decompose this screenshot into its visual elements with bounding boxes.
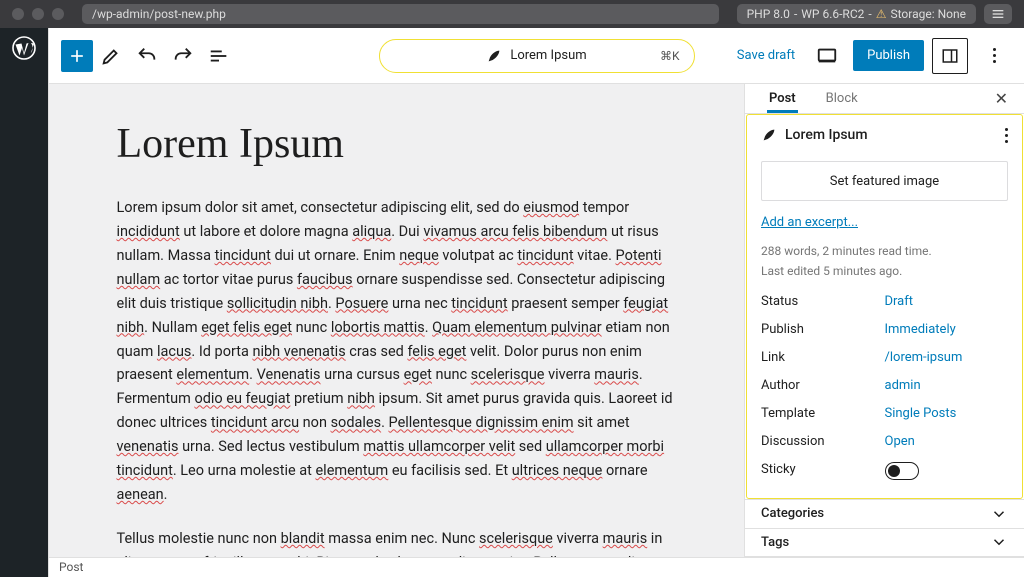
chevron-down-icon <box>990 505 1008 523</box>
redo-icon[interactable] <box>165 38 201 74</box>
wp-version: WP 6.6-RC2 <box>801 7 864 21</box>
settings-sidebar-toggle[interactable] <box>932 38 968 74</box>
post-title[interactable]: Lorem Ipsum <box>117 120 677 168</box>
tab-block[interactable]: Block <box>818 84 866 113</box>
chevron-down-icon <box>990 533 1008 551</box>
accordion-tags[interactable]: Tags <box>745 528 1024 557</box>
close-window-icon[interactable] <box>12 8 24 20</box>
more-options-button[interactable] <box>976 38 1012 74</box>
tab-post[interactable]: Post <box>761 84 804 113</box>
block-breadcrumb: Post <box>49 557 1024 577</box>
address-bar[interactable]: /wp-admin/post-new.php <box>82 4 719 24</box>
editor-canvas[interactable]: Lorem Ipsum Lorem ipsum dolor sit amet, … <box>49 84 744 557</box>
author-label: Author <box>761 378 885 393</box>
editor-toolbar: Lorem Ipsum ⌘K Save draft Publish <box>49 28 1024 84</box>
discussion-value[interactable]: Open <box>885 434 1009 449</box>
feather-icon <box>761 127 777 143</box>
browser-menu-button[interactable] <box>984 4 1012 24</box>
save-draft-button[interactable]: Save draft <box>731 48 801 63</box>
add-excerpt-link[interactable]: Add an excerpt... <box>761 215 1008 230</box>
minimize-window-icon[interactable] <box>32 8 44 20</box>
publish-value[interactable]: Immediately <box>885 322 1009 337</box>
window-chrome: /wp-admin/post-new.php PHP 8.0 - WP 6.6-… <box>0 0 1024 28</box>
post-paragraph[interactable]: Lorem ipsum dolor sit amet, consectetur … <box>117 196 677 507</box>
last-edited-text: Last edited 5 minutes ago. <box>761 262 1008 280</box>
template-label: Template <box>761 406 885 421</box>
document-title-text: Lorem Ipsum <box>510 48 586 63</box>
status-label: Status <box>761 294 885 309</box>
address-text: /wp-admin/post-new.php <box>92 7 226 21</box>
post-summary-card: Lorem Ipsum Set featured image Add an ex… <box>746 114 1023 499</box>
sidebar-tabs: Post Block ✕ <box>745 84 1024 114</box>
link-value[interactable]: /lorem-ipsum <box>885 350 1009 365</box>
maximize-window-icon[interactable] <box>52 8 64 20</box>
sticky-label: Sticky <box>761 462 885 484</box>
document-overview-icon[interactable] <box>201 38 237 74</box>
warning-icon: ⚠ <box>876 7 887 21</box>
stats-text: 288 words, 2 minutes read time. <box>761 242 1008 260</box>
wordpress-logo-icon[interactable] <box>12 36 36 60</box>
traffic-lights <box>12 8 64 20</box>
status-value[interactable]: Draft <box>885 294 1009 309</box>
post-meta-table: Status Draft Publish Immediately Link /l… <box>761 294 1008 484</box>
accordion-label: Categories <box>761 506 824 521</box>
link-label: Link <box>761 350 885 365</box>
shortcut-hint: ⌘K <box>660 49 680 63</box>
template-value[interactable]: Single Posts <box>885 406 1009 421</box>
summary-title: Lorem Ipsum <box>785 127 868 143</box>
view-preview-icon[interactable] <box>809 38 845 74</box>
post-paragraph[interactable]: Tellus molestie nunc non blandit massa e… <box>117 527 677 557</box>
edit-tool-icon[interactable] <box>93 38 129 74</box>
summary-more-button[interactable] <box>1005 128 1008 143</box>
sticky-toggle[interactable] <box>885 462 1009 484</box>
document-title-pill[interactable]: Lorem Ipsum ⌘K <box>379 39 695 73</box>
undo-icon[interactable] <box>129 38 165 74</box>
php-version: PHP 8.0 <box>747 7 790 21</box>
insert-block-button[interactable] <box>61 40 93 72</box>
feather-icon <box>486 48 502 64</box>
env-info-bar: PHP 8.0 - WP 6.6-RC2 - ⚠ Storage: None <box>737 4 976 24</box>
discussion-label: Discussion <box>761 434 885 449</box>
publish-button[interactable]: Publish <box>853 40 924 71</box>
breadcrumb-item[interactable]: Post <box>59 560 83 574</box>
storage-info: Storage: None <box>890 7 966 21</box>
accordion-label: Tags <box>761 535 789 550</box>
publish-label: Publish <box>761 322 885 337</box>
set-featured-image-button[interactable]: Set featured image <box>761 161 1008 201</box>
author-value[interactable]: admin <box>885 378 1009 393</box>
accordion-categories[interactable]: Categories <box>745 499 1024 528</box>
close-sidebar-icon[interactable]: ✕ <box>995 89 1008 108</box>
wp-admin-sidebar <box>0 28 48 577</box>
settings-sidebar: Post Block ✕ Lorem Ipsum Set featur <box>744 84 1024 557</box>
